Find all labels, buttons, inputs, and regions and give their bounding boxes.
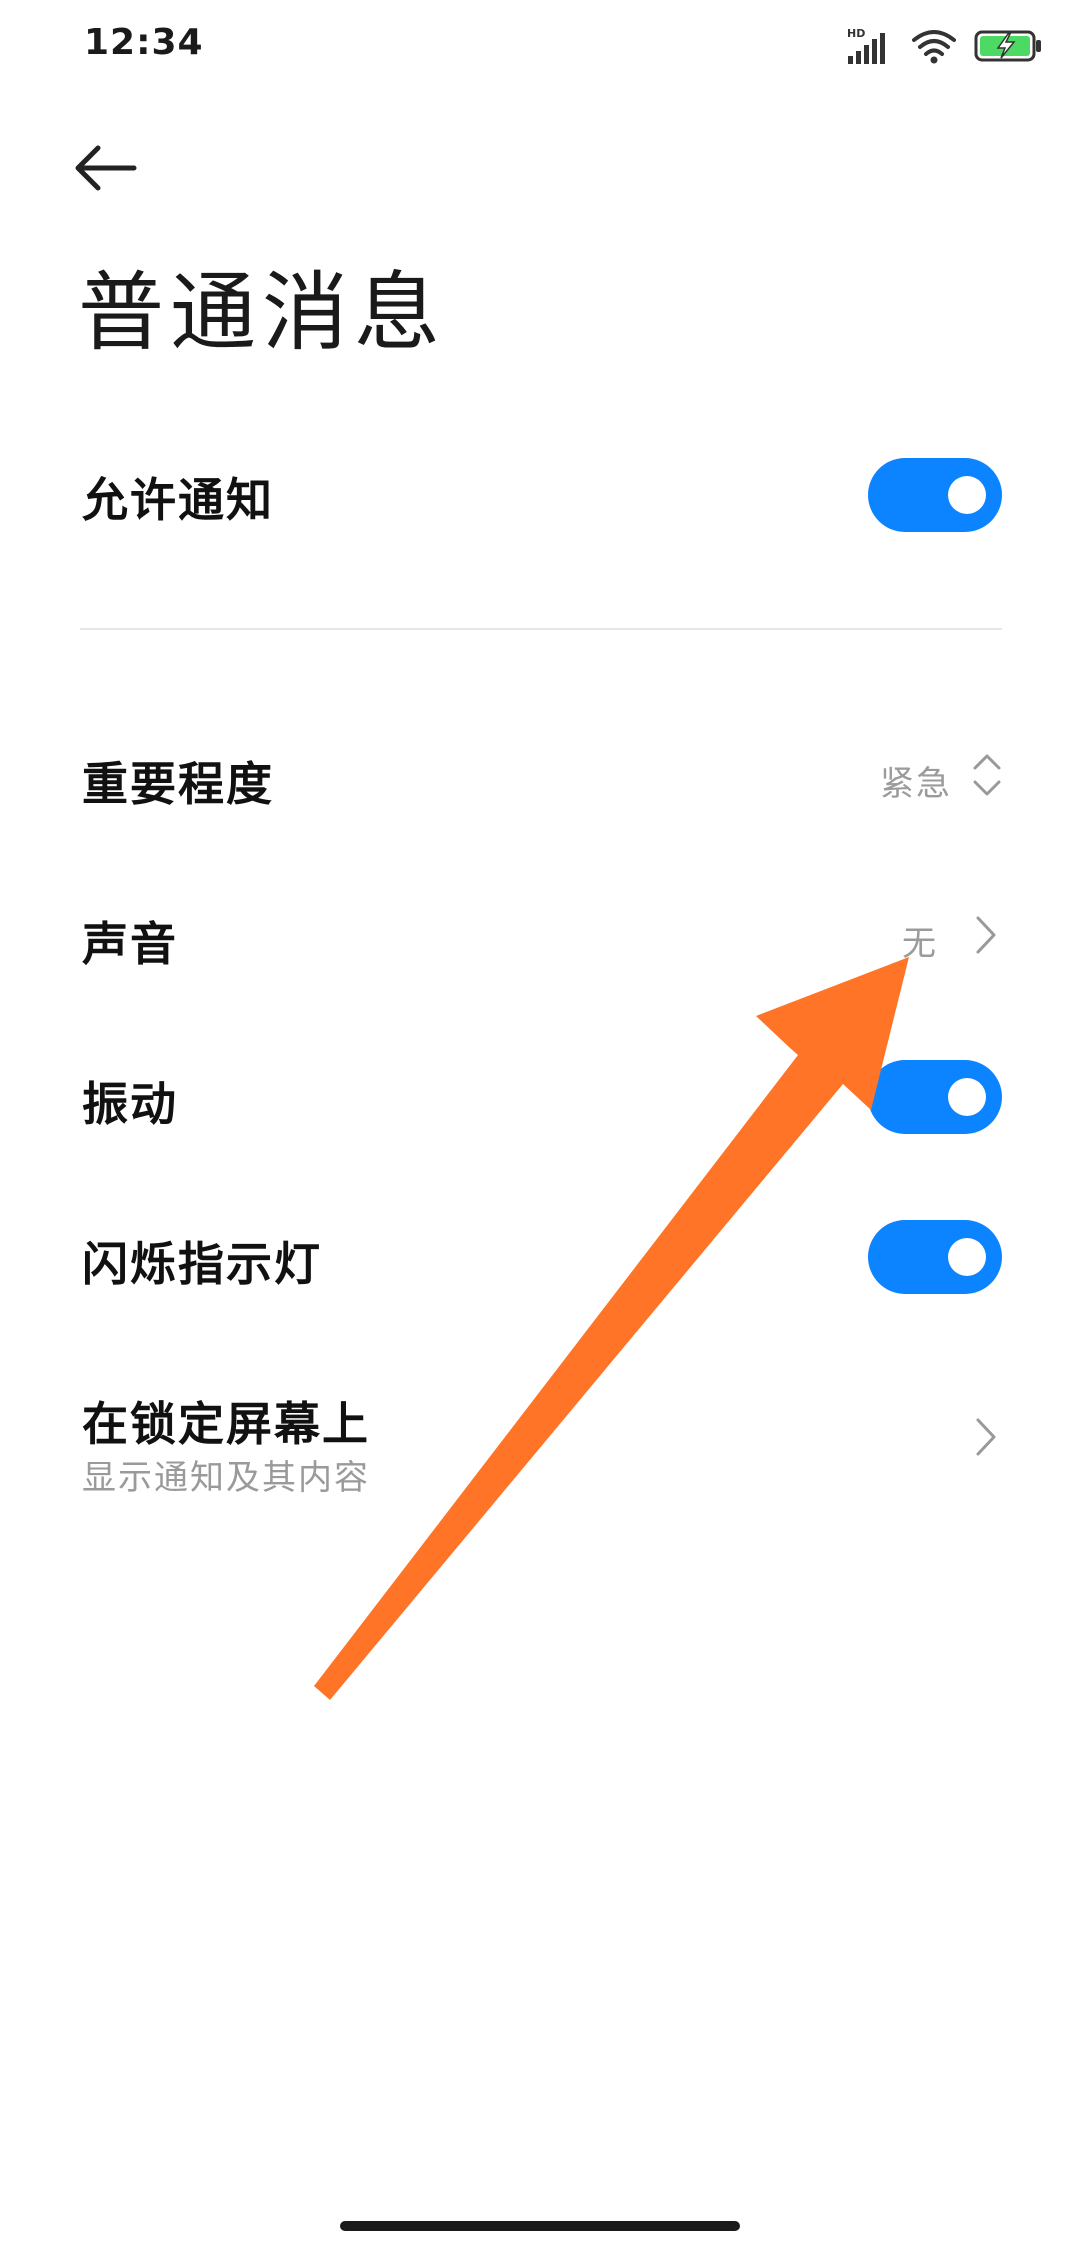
toggle-knob [948,476,986,514]
importance-label: 重要程度 [82,757,274,811]
toggle-knob [948,1078,986,1116]
importance-row[interactable]: 重要程度 紧急 [0,722,1080,832]
hd-signal-icon: HD [846,26,894,70]
wifi-icon [912,28,956,68]
allow-notifications-toggle[interactable] [868,458,1002,532]
status-time: 12:34 [84,22,204,63]
vibration-label: 振动 [82,1077,178,1131]
blink-light-label: 闪烁指示灯 [82,1237,322,1291]
chevron-right-icon [972,1414,1000,1464]
back-button[interactable] [70,130,166,210]
blink-light-toggle[interactable] [868,1220,1002,1294]
section-divider [80,628,1002,630]
arrow-left-icon [70,143,140,197]
lock-screen-sublabel: 显示通知及其内容 [82,1458,370,1498]
blink-light-row[interactable]: 闪烁指示灯 [0,1202,1080,1312]
chevron-right-icon [972,912,1000,962]
sound-value: 无 [902,924,938,964]
hd-label: HD [847,27,865,40]
lock-screen-label: 在锁定屏幕上 [82,1397,370,1451]
vibration-toggle[interactable] [868,1060,1002,1134]
importance-value: 紧急 [880,764,952,804]
status-icons: HD [846,26,1044,70]
chevron-up-down-icon [970,750,1004,804]
allow-notifications-row[interactable]: 允许通知 [0,440,1080,550]
status-bar: 12:34 HD [0,0,1080,96]
lock-screen-row[interactable]: 在锁定屏幕上 显示通知及其内容 [0,1362,1080,1512]
sound-label: 声音 [82,917,178,971]
toggle-knob [948,1238,986,1276]
battery-charging-icon [974,28,1044,68]
home-indicator[interactable] [340,2221,740,2231]
page-title: 普通消息 [78,263,446,363]
allow-notifications-label: 允许通知 [82,473,274,527]
sound-row[interactable]: 声音 无 [0,882,1080,992]
vibration-row[interactable]: 振动 [0,1042,1080,1152]
